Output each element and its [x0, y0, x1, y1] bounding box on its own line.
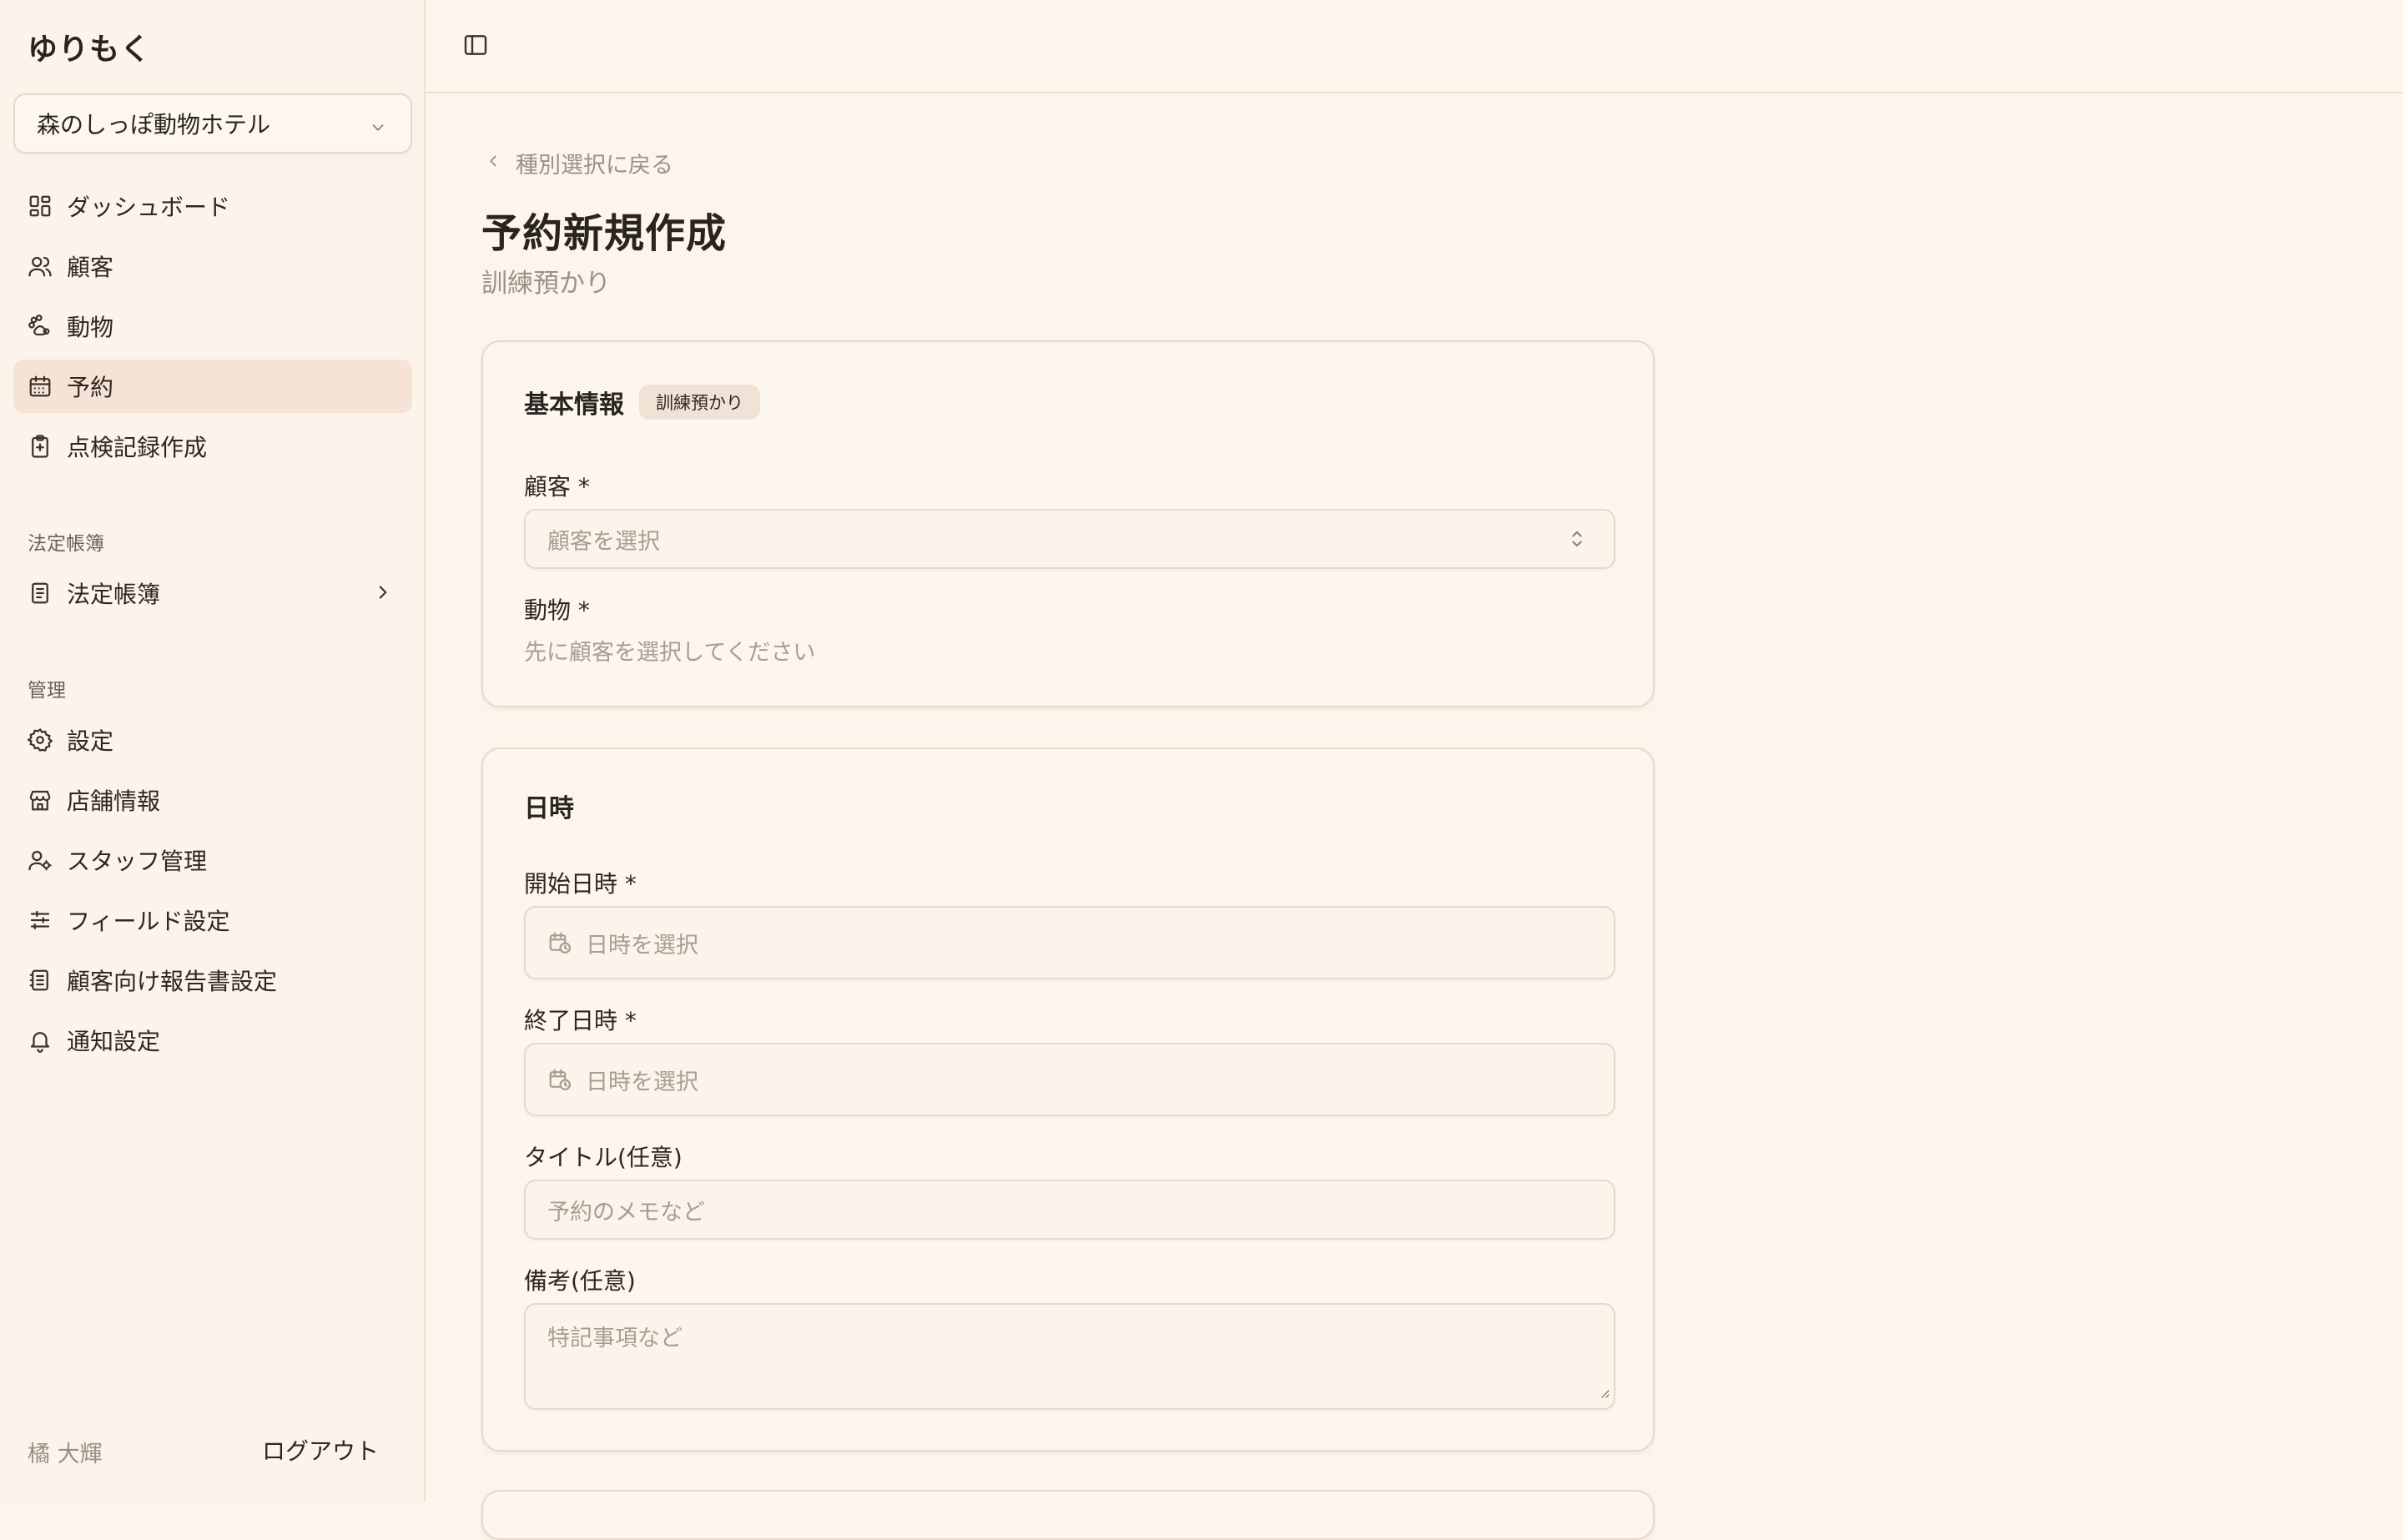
start-datetime-placeholder: 日時を選択 [586, 932, 698, 959]
gear-icon [27, 727, 53, 753]
next-section-card [481, 1490, 1655, 1540]
sidebar-item-label: 通知設定 [67, 1028, 161, 1055]
sidebar-item-dashboard[interactable]: ダッシュボード [13, 179, 412, 233]
notes-textarea[interactable]: 特記事項など [524, 1303, 1615, 1410]
sidebar-item-label: フィールド設定 [67, 908, 230, 935]
sidebar-toggle-button[interactable] [461, 32, 491, 62]
card-title: 基本情報 訓練預かり [524, 384, 760, 420]
back-link[interactable]: 種別選択に戻る [484, 147, 673, 179]
top-bar [426, 0, 2403, 93]
sidebar-item-settings[interactable]: 設定 [13, 713, 412, 767]
sidebar-item-label: 動物 [67, 314, 114, 341]
title-input[interactable]: 予約のメモなど [524, 1180, 1615, 1240]
sidebar-item-label: 点検記録作成 [67, 434, 208, 461]
sidebar-item-store-info[interactable]: 店舗情報 [13, 773, 412, 827]
users-icon [27, 253, 53, 279]
chevron-down-icon [369, 115, 387, 143]
customer-select[interactable]: 顧客を選択 [524, 509, 1615, 569]
page-title: 予約新規作成 [481, 210, 728, 257]
sidebar-item-label: 法定帳簿 [67, 581, 161, 608]
sidebar-item-reservations[interactable]: 予約 [13, 360, 412, 413]
start-datetime-label: 開始日時 * [524, 870, 637, 898]
current-user-name: 橘 大輝 [28, 1442, 103, 1467]
sidebar-item-label: 予約 [67, 374, 114, 401]
sidebar-item-notification-settings[interactable]: 通知設定 [13, 1014, 412, 1067]
end-datetime-label: 終了日時 * [524, 1007, 637, 1034]
start-datetime-picker[interactable]: 日時を選択 [524, 906, 1615, 979]
panel-left-icon [462, 32, 489, 62]
calendar-clock-icon [547, 1067, 572, 1092]
calendar-icon [27, 373, 53, 400]
back-link-label: 種別選択に戻る [516, 153, 673, 179]
sidebar-item-report-settings[interactable]: 顧客向け報告書設定 [13, 954, 412, 1007]
store-select[interactable]: 森のしっぽ動物ホテル [13, 93, 412, 153]
chevron-left-icon [484, 150, 502, 176]
sidebar-item-label: 顧客 [67, 254, 114, 281]
sidebar-item-label: 顧客向け報告書設定 [67, 968, 278, 995]
sidebar-item-field-settings[interactable]: フィールド設定 [13, 893, 412, 947]
sidebar-item-label: 設定 [67, 727, 114, 755]
title-field-label: タイトル(任意) [524, 1144, 683, 1171]
notes-textarea-placeholder: 特記事項など [547, 1326, 683, 1351]
end-datetime-placeholder: 日時を選択 [586, 1069, 698, 1095]
chevrons-up-down-icon [1565, 527, 1589, 556]
chevron-right-icon [372, 581, 394, 609]
basic-info-card: 基本情報 訓練預かり 顧客 * 顧客を選択 動物 * 先に顧客を選択してください [481, 340, 1655, 707]
section-label-legal: 法定帳簿 [28, 533, 104, 555]
report-icon [27, 967, 53, 994]
sidebar-item-customers[interactable]: 顧客 [13, 239, 412, 293]
customer-select-placeholder: 顧客を選択 [547, 528, 660, 555]
sidebar-item-animals[interactable]: 動物 [13, 299, 412, 353]
animal-hint: 先に顧客を選択してください [524, 640, 816, 666]
page-subtitle: 訓練預かり [481, 269, 611, 299]
notes-field-label: 備考(任意) [524, 1267, 636, 1295]
sidebar-item-staff[interactable]: スタッフ管理 [13, 833, 412, 887]
card-title-text: 基本情報 [524, 390, 624, 420]
paw-icon [27, 313, 53, 340]
user-cog-icon [27, 847, 53, 873]
store-icon [27, 787, 53, 813]
sliders-icon [27, 907, 53, 934]
sidebar-item-label: ダッシュボード [67, 194, 231, 221]
end-datetime-picker[interactable]: 日時を選択 [524, 1043, 1615, 1116]
animal-label: 動物 * [524, 596, 590, 624]
resize-handle-icon[interactable] [1597, 1379, 1610, 1405]
sidebar-item-label: スタッフ管理 [67, 848, 208, 875]
sidebar-item-label: 店舗情報 [67, 788, 161, 815]
dashboard-icon [27, 193, 53, 219]
bell-icon [27, 1027, 53, 1054]
brand-logo[interactable]: ゆりもく [28, 25, 151, 68]
book-icon [27, 580, 53, 606]
datetime-card: 日時 開始日時 * 日時を選択 終了日時 * 日時を選択 タイトル(任意) 予約… [481, 747, 1655, 1452]
card-title: 日時 [524, 788, 574, 824]
calendar-clock-icon [547, 930, 572, 955]
sidebar: ゆりもく 森のしっぽ動物ホテル ダッシュボード 顧客 動物 予約 点検記録作成 … [0, 0, 426, 1502]
reservation-type-badge: 訓練預かり [639, 385, 760, 420]
clipboard-plus-icon [27, 433, 53, 460]
logout-button[interactable]: ログアウト [252, 1430, 389, 1470]
title-input-placeholder: 予約のメモなど [547, 1199, 705, 1225]
store-select-value: 森のしっぽ動物ホテル [37, 111, 271, 138]
card-title-text: 日時 [524, 794, 574, 823]
sidebar-item-legal-books[interactable]: 法定帳簿 [13, 566, 412, 620]
sidebar-item-inspection[interactable]: 点検記録作成 [13, 420, 412, 473]
section-label-admin: 管理 [28, 680, 66, 702]
customer-label: 顧客 * [524, 473, 590, 501]
